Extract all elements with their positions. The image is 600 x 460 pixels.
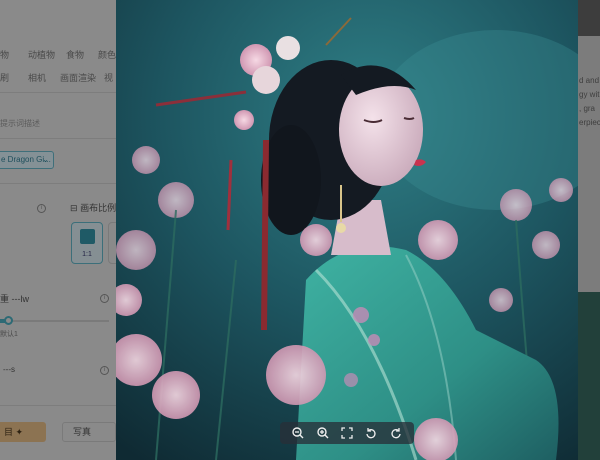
generate-button[interactable]: 目 ✦ (0, 422, 46, 442)
zoom-out-icon[interactable] (290, 425, 306, 441)
category-tag[interactable]: 颜色 (98, 48, 116, 61)
divider (0, 183, 116, 184)
prompt-hint: 提示词描述 (0, 119, 40, 128)
divider (0, 138, 116, 139)
info-icon[interactable]: i (100, 366, 109, 375)
model-select[interactable]: e Dragon Gi... ⌄ (0, 151, 54, 169)
divider (0, 92, 116, 93)
description-text: erpiece (579, 118, 600, 127)
aspect-ratio-title: 画布比例 (80, 203, 116, 213)
aspect-ratio-value: 1:1 (82, 251, 92, 258)
category-tag[interactable]: 刷 (0, 71, 9, 84)
aspect-ratio-option-selected[interactable]: 1:1 (71, 222, 103, 264)
weight-slider-handle[interactable] (4, 316, 13, 325)
fullscreen-icon[interactable] (339, 425, 355, 441)
category-tag[interactable]: 相机 (28, 71, 46, 84)
weight-label: 重 ---lw (0, 294, 29, 304)
divider (0, 405, 116, 406)
thumbnail-image[interactable] (578, 292, 600, 460)
weight-slider-track[interactable] (9, 320, 109, 322)
category-tag[interactable]: 动植物 (28, 48, 55, 61)
expand-toggle-icon[interactable]: ⊟ (70, 203, 78, 213)
square-ratio-icon (80, 229, 95, 244)
realistic-style-button[interactable]: 写真 (62, 422, 116, 442)
weight-default: 默认1 (0, 331, 18, 338)
aspect-ratio-option[interactable] (108, 222, 116, 264)
description-text: d and (579, 76, 600, 85)
info-icon[interactable]: i (100, 294, 109, 303)
description-text: gy with (579, 90, 600, 99)
aspect-ratio-label: ⊟ 画布比例 (70, 201, 116, 214)
image-toolbar (280, 422, 414, 444)
panel-header (578, 0, 600, 36)
generated-image (116, 0, 578, 460)
image-preview (116, 0, 578, 460)
info-icon[interactable]: i (37, 204, 46, 213)
chevron-down-icon: ⌄ (42, 155, 49, 164)
rotate-left-icon[interactable] (363, 425, 379, 441)
description-text: , gra (579, 104, 596, 113)
rotate-right-icon[interactable] (388, 425, 404, 441)
settings-panel: 物 动植物 食物 颜色 刷 相机 画面渲染 视 提示词描述 e Dragon G… (0, 0, 116, 460)
seed-label: ---s (3, 365, 15, 374)
category-tag[interactable]: 物 (0, 48, 9, 61)
category-tag[interactable]: 食物 (66, 48, 84, 61)
category-tag[interactable]: 画面渲染 (60, 71, 96, 84)
description-panel: d and gy with , gra erpiece (578, 0, 600, 460)
category-tag[interactable]: 视 (104, 71, 113, 84)
zoom-in-icon[interactable] (315, 425, 331, 441)
